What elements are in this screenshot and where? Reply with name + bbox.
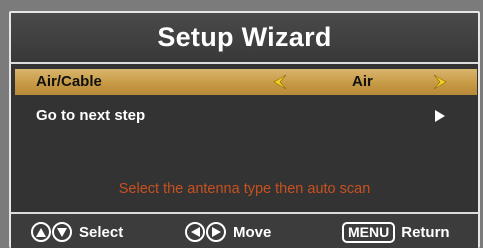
footer-return-group: MENU Return [342,222,450,243]
menu-item-next-step[interactable]: Go to next step [15,103,477,129]
select-label: Select [79,223,124,241]
menu-item-air-cable[interactable]: Air/Cable Air [15,69,477,95]
setup-wizard-screen: Setup Wizard Air/Cable Air Go to next st… [0,0,483,248]
menu-item-label: Air/Cable [36,73,102,90]
footer-select-group: Select [31,222,123,242]
next-arrow-icon [434,109,446,123]
left-icon [185,222,205,242]
footer-move-group: Move [185,222,271,242]
page-title: Setup Wizard [11,13,478,62]
menu-item-value: Air [352,73,373,90]
footer-bar: Select Move MENU Return [11,214,478,248]
menu-item-label: Go to next step [36,107,146,124]
hint-text: Select the antenna type then auto scan [118,181,371,197]
arrow-right-icon[interactable] [432,74,448,90]
return-label: Return [401,224,450,241]
up-icon [31,222,51,242]
right-icon [206,222,226,242]
down-icon [52,222,72,242]
move-label: Move [233,223,272,241]
menu-key: MENU [342,222,396,243]
